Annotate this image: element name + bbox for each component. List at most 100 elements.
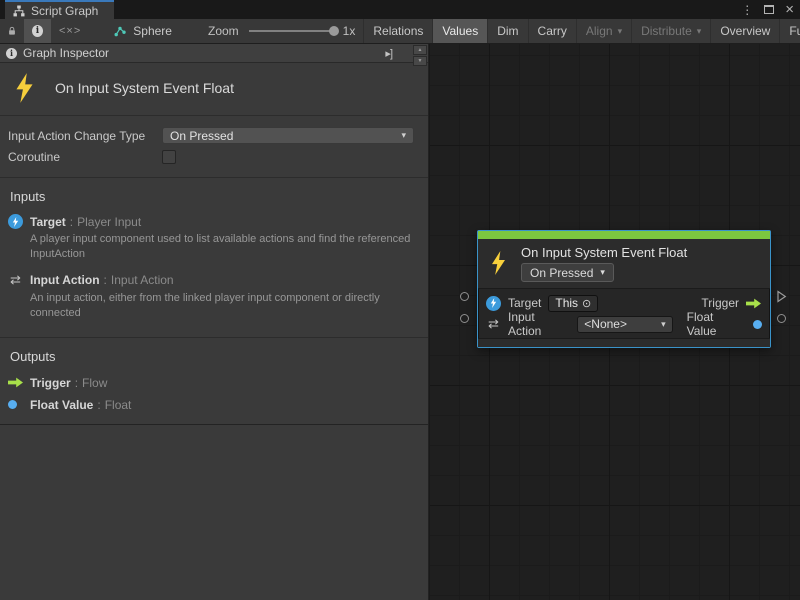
chevron-down-icon: ▾ [661, 320, 666, 329]
toolbar-button-distribute: Distribute ▾ [631, 19, 710, 43]
port-description: An input action, either from the linked … [30, 291, 416, 322]
graph-canvas[interactable]: On Input System Event Float On Pressed ▾… [430, 44, 800, 600]
input-port-action[interactable] [460, 314, 469, 323]
chevron-down-icon: ▾ [600, 268, 605, 277]
input-action-icon: ⇄ [486, 316, 501, 332]
input-port-row: ⇄ Input Action : Input Action [0, 270, 428, 290]
maximize-icon[interactable] [764, 5, 774, 14]
toolbar-button-label: Dim [497, 24, 518, 38]
toolbar-button-values[interactable]: Values [432, 19, 487, 43]
input-action-label: Input Action [508, 310, 570, 338]
toolbar-button-carry[interactable]: Carry [528, 19, 576, 43]
change-type-dropdown[interactable]: On Pressed ▾ [162, 127, 414, 144]
inspected-node-title: On Input System Event Float [55, 80, 234, 96]
input-port-target[interactable] [460, 292, 469, 301]
property-row: Coroutine [8, 146, 414, 167]
graph-toolbar: i <×> Sphere Zoom 1x Relations Values Di… [0, 19, 800, 44]
port-name: Float Value [30, 398, 93, 412]
target-value: This [555, 296, 578, 310]
float-value-label: Float Value [687, 310, 746, 338]
graph-breadcrumb-sphere[interactable]: Sphere [103, 19, 182, 43]
inspector-scrollbar: ▲ ▼ [413, 45, 427, 66]
zoom-control: Zoom 1x [208, 19, 363, 43]
event-node[interactable]: On Input System Event Float On Pressed ▾… [477, 230, 771, 348]
output-port-row: Trigger : Flow [0, 372, 428, 394]
toolbar-button-label: Distribute [641, 24, 692, 38]
toolbar-button-label: Values [442, 24, 478, 38]
close-icon[interactable]: × [785, 2, 794, 17]
dock-panel-icon[interactable]: ▸] [385, 47, 392, 60]
separator: : [97, 398, 100, 412]
separator: : [104, 273, 107, 287]
graph-node-icon [113, 25, 127, 38]
port-description: A player input component used to list av… [30, 232, 416, 263]
property-row: Input Action Change Type On Pressed ▾ [8, 125, 414, 146]
node-row-input-action: ⇄ Input Action <None> ▾ Float Value [486, 314, 762, 334]
zoom-slider-knob[interactable] [329, 26, 339, 36]
node-mode-value: On Pressed [530, 266, 593, 280]
toolbar-button-relations[interactable]: Relations [363, 19, 432, 43]
tab-strip: Script Graph ⋮ × [0, 0, 800, 19]
outputs-header: Outputs [0, 342, 428, 372]
toolbar-toggle-group: Relations Values Dim Carry Align ▾ Distr… [363, 19, 800, 43]
input-action-dropdown[interactable]: <None> ▾ [577, 316, 672, 333]
input-action-icon: ⇄ [8, 272, 23, 288]
info-icon: i [6, 48, 17, 59]
chevron-down-icon: ▾ [618, 27, 623, 36]
node-accent-bar [478, 231, 770, 239]
node-properties: Input Action Change Type On Pressed ▾ Co… [0, 116, 428, 178]
info-icon: i [32, 25, 43, 37]
node-header[interactable]: On Input System Event Float On Pressed ▾ [478, 239, 770, 289]
object-picker-icon[interactable]: ⊙ [582, 297, 591, 310]
tab-title: Script Graph [31, 4, 98, 18]
port-name: Trigger [30, 376, 71, 390]
code-view-button[interactable]: <×> [51, 19, 89, 43]
input-port-row: Target : Player Input [0, 212, 428, 231]
inputs-header: Inputs [0, 182, 428, 212]
scroll-up-button[interactable]: ▲ [413, 45, 427, 55]
script-graph-icon [13, 5, 25, 17]
lock-icon [8, 25, 16, 37]
coroutine-checkbox[interactable] [162, 150, 176, 164]
toolbar-button-label: Align [586, 24, 613, 38]
float-dot-icon [8, 400, 17, 409]
separator: : [70, 215, 73, 229]
toolbar-button-dim[interactable]: Dim [487, 19, 527, 43]
toolbar-button-label: Overview [720, 24, 770, 38]
port-type: Flow [82, 376, 107, 390]
input-action-value: <None> [584, 317, 627, 331]
zoom-value: 1x [343, 24, 356, 38]
graph-inspector-panel: i Graph Inspector ▸] ▲ ▼ On Input System… [0, 44, 429, 600]
graph-breadcrumb-label: Sphere [133, 24, 172, 38]
window-menu-icon[interactable]: ⋮ [741, 3, 753, 17]
tab-script-graph[interactable]: Script Graph [5, 0, 114, 19]
node-body: Target This ⊙ Trigger ⇄ Input Action <No… [478, 289, 770, 338]
property-label: Input Action Change Type [8, 129, 162, 143]
target-object-chip[interactable]: This ⊙ [548, 295, 598, 312]
output-port-row: Float Value : Float [0, 394, 428, 416]
inspector-toggle-button[interactable]: i [24, 19, 51, 43]
flow-arrow-icon [8, 377, 24, 388]
inspector-header: i Graph Inspector ▸] [0, 44, 428, 63]
node-mode-dropdown[interactable]: On Pressed ▾ [521, 263, 614, 282]
port-type: Input Action [111, 273, 174, 287]
window-controls: ⋮ × [741, 1, 794, 18]
toolbar-button-overview[interactable]: Overview [710, 19, 779, 43]
zoom-slider[interactable] [249, 30, 337, 32]
target-label: Target [508, 296, 541, 310]
property-label: Coroutine [8, 150, 162, 164]
lightning-bolt-icon [490, 251, 507, 275]
node-title-block: On Input System Event Float [0, 63, 428, 116]
output-port-float[interactable] [777, 314, 786, 323]
scroll-down-button[interactable]: ▼ [413, 56, 427, 66]
chevron-down-icon: ▾ [697, 27, 702, 36]
player-input-icon [486, 296, 501, 311]
dropdown-value: On Pressed [170, 129, 233, 143]
toolbar-button-label: Full Screen [789, 24, 800, 38]
toolbar-button-align: Align ▾ [576, 19, 631, 43]
output-port-trigger[interactable] [776, 290, 787, 303]
float-dot-icon [753, 320, 762, 329]
toolbar-button-fullscreen[interactable]: Full Screen [779, 19, 800, 43]
lock-button[interactable] [0, 19, 24, 43]
port-name: Target [30, 215, 66, 229]
